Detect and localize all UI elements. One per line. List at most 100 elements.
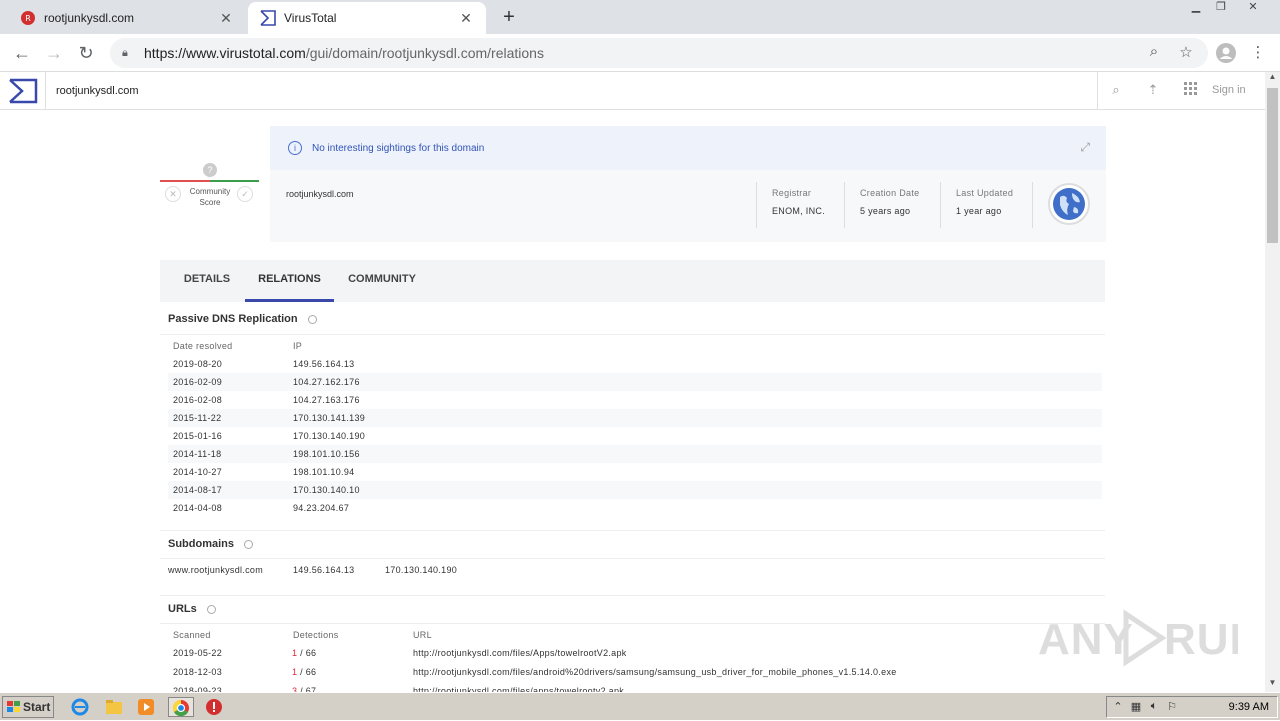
media-player-icon[interactable] bbox=[136, 697, 158, 717]
domain-name: rootjunkysdl.com bbox=[286, 189, 354, 199]
subdomain-ip[interactable]: 149.56.164.13 bbox=[293, 561, 354, 579]
resolved-ip[interactable]: 198.101.10.94 bbox=[293, 463, 354, 481]
expand-icon[interactable]: ⤢ bbox=[1080, 140, 1090, 155]
table-row[interactable]: 2014-08-17 170.130.140.10 bbox=[168, 481, 1102, 499]
folder-icon[interactable] bbox=[104, 697, 126, 717]
table-row[interactable]: 2018-12-03 1 / 66 http://rootjunkysdl.com/… bbox=[168, 663, 1102, 682]
scanned-url[interactable]: http://rootjunkysdl.com/files/Apps/towel… bbox=[413, 644, 627, 662]
report-tabs: DETAILS RELATIONS COMMUNITY bbox=[160, 260, 1105, 302]
table-row[interactable]: www.rootjunkysdl.com 149.56.164.13 170.1… bbox=[168, 561, 1102, 579]
community-score: ? ✕ Community Score ✓ bbox=[160, 160, 260, 210]
apps-grid-icon[interactable] bbox=[1182, 82, 1200, 100]
resolved-ip[interactable]: 170.130.140.190 bbox=[293, 427, 365, 445]
restore-icon[interactable]: ❐ bbox=[1208, 0, 1234, 18]
subdomain-name[interactable]: www.rootjunkysdl.com bbox=[168, 561, 263, 579]
network-icon[interactable]: ▦ bbox=[1129, 700, 1143, 714]
resolved-ip[interactable]: 170.130.141.139 bbox=[293, 409, 365, 427]
table-row[interactable]: 2019-05-22 1 / 66 http://rootjunkysdl.com/… bbox=[168, 644, 1102, 663]
divider bbox=[160, 334, 1105, 335]
reload-icon[interactable]: ↻ bbox=[74, 41, 98, 65]
community-score-label: Community Score bbox=[189, 187, 231, 207]
sound-icon[interactable]: 🔈︎ bbox=[1147, 700, 1161, 714]
table-row[interactable]: 2015-11-22 170.130.141.139 bbox=[168, 409, 1102, 427]
new-tab-button[interactable]: + bbox=[498, 6, 520, 28]
upload-icon[interactable]: ⇡ bbox=[1144, 82, 1162, 100]
tab-close-icon[interactable]: ✕ bbox=[218, 10, 234, 27]
window-close-icon[interactable]: ✕ bbox=[1240, 0, 1266, 18]
tab-relations[interactable]: RELATIONS bbox=[245, 260, 334, 302]
tab-community[interactable]: COMMUNITY bbox=[334, 260, 430, 302]
table-row[interactable]: 2014-04-08 94.23.204.67 bbox=[168, 499, 1102, 517]
system-tray: ⌃ ▦ 🔈︎ ⚐ 9:39 AM bbox=[1106, 696, 1278, 718]
meta-value: ENOM, INC. bbox=[772, 206, 826, 216]
date-resolved: 2015-11-22 bbox=[173, 413, 222, 423]
address-bar[interactable]: 🔒︎ https://www.virustotal.com/gui/domain… bbox=[110, 38, 1208, 68]
meta-value: 5 years ago bbox=[860, 206, 911, 216]
bookmark-star-icon[interactable]: ☆ bbox=[1176, 43, 1196, 63]
opera-icon[interactable] bbox=[204, 697, 226, 717]
table-row[interactable]: 2015-01-16 170.130.140.190 bbox=[168, 427, 1102, 445]
resolved-ip[interactable]: 198.101.10.156 bbox=[293, 445, 360, 463]
svg-text:ANY: ANY bbox=[1038, 615, 1134, 664]
tab-close-icon[interactable]: ✕ bbox=[458, 10, 474, 27]
resolved-ip[interactable]: 104.27.162.176 bbox=[293, 373, 360, 391]
virustotal-favicon-icon bbox=[260, 10, 276, 26]
meta-value: 1 year ago bbox=[956, 206, 1002, 216]
help-icon[interactable] bbox=[206, 604, 216, 614]
address-url: https://www.virustotal.com/gui/domain/ro… bbox=[144, 45, 544, 61]
downvote-icon[interactable]: ✕ bbox=[165, 186, 181, 202]
browser-tab-virustotal[interactable]: VirusTotal ✕ bbox=[248, 2, 486, 34]
upvote-icon[interactable]: ✓ bbox=[237, 186, 253, 202]
table-row[interactable]: 2016-02-09 104.27.162.176 bbox=[168, 373, 1102, 391]
score-bar-negative bbox=[160, 180, 210, 182]
chrome-icon[interactable] bbox=[168, 697, 194, 717]
virustotal-header: rootjunkysdl.com ⌕ ⇡ Sign in bbox=[0, 72, 1265, 110]
date-resolved: 2014-08-17 bbox=[173, 485, 223, 495]
browser-tab-strip: R rootjunkysdl.com ✕ VirusTotal ✕ + ▁ ❐ … bbox=[0, 0, 1280, 34]
scroll-up-icon[interactable]: ▲ bbox=[1265, 72, 1280, 86]
tab-title: rootjunkysdl.com bbox=[44, 11, 135, 25]
scroll-down-icon[interactable]: ▼ bbox=[1265, 678, 1280, 692]
urls-title: URLs bbox=[168, 603, 216, 615]
scanned-url[interactable]: http://rootjunkysdl.com/files/android%20… bbox=[413, 663, 897, 681]
back-icon[interactable]: ← bbox=[10, 41, 34, 65]
flag-icon[interactable]: ⚐ bbox=[1165, 700, 1179, 714]
zoom-icon[interactable]: ⌕ bbox=[1144, 43, 1164, 63]
subdomains-table: www.rootjunkysdl.com 149.56.164.13 170.1… bbox=[168, 561, 1102, 579]
search-input[interactable]: rootjunkysdl.com bbox=[45, 72, 1098, 110]
resolved-ip[interactable]: 170.130.140.10 bbox=[293, 481, 360, 499]
browser-menu-icon[interactable]: ⋮ bbox=[1248, 43, 1268, 63]
start-button[interactable]: Start bbox=[2, 696, 54, 718]
subdomain-ip[interactable]: 170.130.140.190 bbox=[385, 561, 457, 579]
help-icon[interactable] bbox=[307, 314, 317, 324]
virustotal-logo-icon[interactable] bbox=[8, 78, 38, 104]
resolved-ip[interactable]: 94.23.204.67 bbox=[293, 499, 349, 517]
resolved-ip[interactable]: 104.27.163.176 bbox=[293, 391, 360, 409]
table-row[interactable]: 2016-02-08 104.27.163.176 bbox=[168, 391, 1102, 409]
resolved-ip[interactable]: 149.56.164.13 bbox=[293, 355, 354, 373]
meta-key: Registrar bbox=[772, 188, 812, 198]
table-row[interactable]: 2014-10-27 198.101.10.94 bbox=[168, 463, 1102, 481]
page-scrollbar[interactable]: ▲ ▼ bbox=[1265, 72, 1280, 692]
search-icon[interactable]: ⌕ bbox=[1107, 82, 1125, 100]
minimize-icon[interactable]: ▁ bbox=[1183, 0, 1209, 18]
table-row[interactable]: 2014-11-18 198.101.10.156 bbox=[168, 445, 1102, 463]
show-hidden-icons-icon[interactable]: ⌃ bbox=[1111, 700, 1125, 714]
passive-dns-title: Passive DNS Replication bbox=[168, 313, 317, 325]
table-row[interactable]: 2019-08-20 149.56.164.13 bbox=[168, 355, 1102, 373]
column-header: URL bbox=[413, 630, 432, 640]
urls-table: Scanned Detections URL 2019-05-22 1 / 66 h… bbox=[168, 630, 1102, 700]
browser-tab-rootjunkysdl[interactable]: R rootjunkysdl.com ✕ bbox=[8, 2, 246, 34]
help-icon[interactable] bbox=[244, 539, 254, 549]
column-header: IP bbox=[293, 341, 303, 351]
divider bbox=[160, 530, 1105, 531]
forward-icon[interactable]: → bbox=[42, 41, 66, 65]
divider bbox=[160, 595, 1105, 596]
ie-icon[interactable] bbox=[70, 697, 92, 717]
sign-in-link[interactable]: Sign in bbox=[1212, 84, 1246, 96]
tab-details[interactable]: DETAILS bbox=[160, 260, 254, 302]
scrollbar-thumb[interactable] bbox=[1267, 88, 1278, 243]
date-resolved: 2014-04-08 bbox=[173, 503, 223, 513]
clock: 9:39 AM bbox=[1228, 701, 1269, 713]
profile-avatar-icon[interactable] bbox=[1216, 43, 1236, 63]
